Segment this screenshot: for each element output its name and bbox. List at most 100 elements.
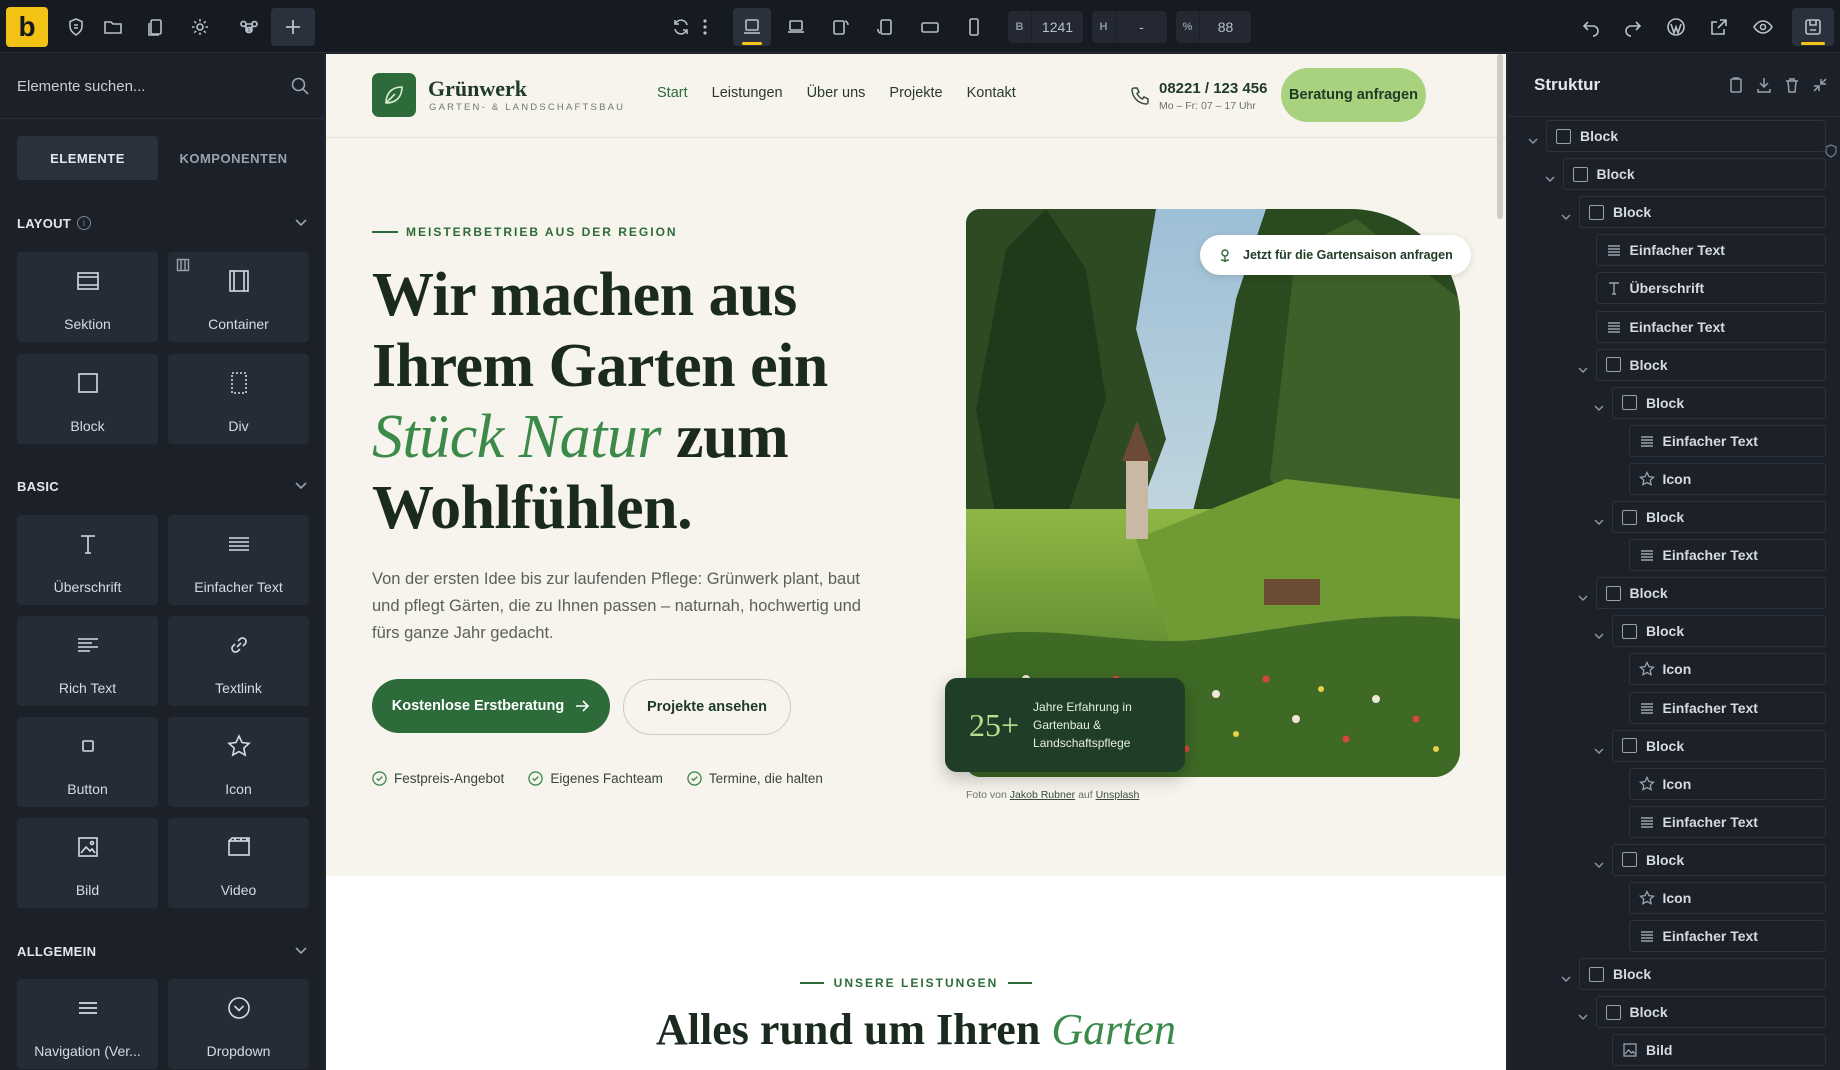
season-badge[interactable]: Jetzt für die Gartensaison anfragen	[1200, 235, 1471, 275]
element-video[interactable]: Video	[168, 818, 309, 908]
structure-row[interactable]: Icon	[1628, 882, 1826, 914]
element-navigation[interactable]: Navigation (Ver...	[17, 979, 158, 1069]
element-einfacher-text[interactable]: Einfacher Text	[168, 515, 309, 605]
section-basic[interactable]: BASIC	[17, 476, 309, 496]
nav-leistungen[interactable]: Leistungen	[712, 85, 783, 101]
eye-icon[interactable]	[1744, 8, 1782, 46]
structure-row[interactable]: Block	[1595, 577, 1826, 610]
chevron-down-icon[interactable]	[1592, 744, 1606, 758]
element-dropdown[interactable]: Dropdown	[168, 979, 309, 1069]
search-input[interactable]	[0, 54, 324, 119]
breakpoint-laptop-button[interactable]	[777, 8, 815, 46]
structure-row[interactable]: Block	[1612, 501, 1826, 533]
chevron-down-icon[interactable]	[1559, 210, 1573, 224]
hero-section[interactable]: Grünwerk GARTEN- & LANDSCHAFTSBAU Start …	[326, 54, 1506, 876]
element-icon[interactable]: Icon	[168, 717, 309, 807]
structure-row[interactable]: Einfacher Text	[1595, 310, 1826, 343]
element-button[interactable]: Button	[17, 717, 158, 807]
element-block[interactable]: Block	[17, 354, 158, 444]
site-header[interactable]: Grünwerk GARTEN- & LANDSCHAFTSBAU Start …	[326, 54, 1506, 138]
chevron-down-icon[interactable]	[1526, 134, 1540, 148]
breakpoint-desktop-button[interactable]	[733, 8, 771, 46]
redo-icon[interactable]	[1614, 8, 1652, 46]
structure-row[interactable]: Block	[1595, 348, 1826, 381]
search-icon[interactable]	[290, 76, 310, 96]
download-icon[interactable]	[1755, 76, 1773, 94]
structure-row[interactable]: Einfacher Text	[1628, 539, 1826, 572]
structure-row[interactable]: Block	[1579, 196, 1826, 229]
view-projects-button[interactable]: Projekte ansehen	[623, 679, 791, 735]
chevron-down-icon[interactable]	[1576, 363, 1590, 377]
credit-author-link[interactable]: Jakob Rubner	[1010, 789, 1075, 801]
structure-row[interactable]: Block	[1595, 996, 1826, 1029]
shield-icon[interactable]	[57, 8, 95, 46]
chevron-down-icon[interactable]	[1592, 515, 1606, 529]
element-bild[interactable]: Bild	[17, 818, 158, 908]
structure-row[interactable]: Block	[1612, 386, 1826, 419]
structure-row[interactable]: Icon	[1628, 767, 1826, 800]
zoom-value[interactable]: 88	[1200, 19, 1251, 35]
experience-stat-card[interactable]: 25+ Jahre Erfahrung in Gartenbau & Lands…	[945, 678, 1185, 772]
width-value[interactable]: 1241	[1032, 19, 1083, 35]
structure-row[interactable]: Block	[1612, 729, 1826, 762]
info-icon[interactable]: i	[77, 216, 92, 230]
tab-komponenten[interactable]: KOMPONENTEN	[158, 136, 309, 180]
phone-number[interactable]: 08221 / 123 456	[1159, 80, 1267, 97]
more-vertical-icon[interactable]	[695, 8, 715, 46]
clipboard-icon[interactable]	[1727, 76, 1745, 94]
chevron-down-icon[interactable]	[1592, 401, 1606, 415]
element-sektion[interactable]: Sektion	[17, 252, 158, 342]
brand-name[interactable]: Grünwerk	[428, 76, 527, 102]
structure-row[interactable]: Einfacher Text	[1595, 234, 1826, 267]
add-element-button[interactable]	[271, 8, 315, 46]
structure-row[interactable]: Block	[1546, 120, 1826, 152]
free-consultation-button[interactable]: Kostenlose Erstberatung	[372, 679, 610, 733]
structure-row[interactable]: Block	[1612, 843, 1826, 876]
chevron-down-icon[interactable]	[1576, 591, 1590, 605]
breakpoint-mobile-landscape-button[interactable]	[911, 8, 949, 46]
section-allgemein[interactable]: ALLGEMEIN	[17, 941, 309, 961]
undo-icon[interactable]	[1572, 8, 1610, 46]
section-layout[interactable]: LAYOUT i	[17, 213, 309, 233]
structure-row[interactable]: Einfacher Text	[1628, 920, 1826, 953]
structure-row[interactable]: Einfacher Text	[1628, 691, 1826, 724]
nav-ueber-uns[interactable]: Über uns	[807, 85, 866, 101]
structure-row[interactable]: Überschrift	[1595, 272, 1826, 305]
save-button[interactable]	[1792, 8, 1834, 46]
wordpress-icon[interactable]	[1657, 8, 1695, 46]
structure-row[interactable]: Bild	[1612, 1034, 1826, 1067]
structure-row[interactable]: Block	[1562, 158, 1826, 191]
credit-source-link[interactable]: Unsplash	[1096, 789, 1140, 801]
structure-row[interactable]: Einfacher Text	[1628, 805, 1826, 838]
element-container[interactable]: Container	[168, 252, 309, 342]
pages-icon[interactable]	[137, 8, 175, 46]
external-link-icon[interactable]	[1700, 8, 1738, 46]
folder-icon[interactable]	[94, 8, 132, 46]
structure-row[interactable]: Block	[1579, 958, 1826, 991]
tab-elemente[interactable]: ELEMENTE	[17, 136, 158, 180]
leaf-logo-icon[interactable]	[372, 73, 416, 117]
height-field[interactable]: H -	[1092, 11, 1167, 43]
breakpoint-tablet-portrait-button[interactable]	[866, 8, 904, 46]
chevron-down-icon[interactable]	[1543, 172, 1557, 186]
hero-heading[interactable]: Wir machen aus Ihrem Garten ein Stück Na…	[372, 260, 892, 544]
width-field[interactable]: B 1241	[1008, 11, 1083, 43]
preview-canvas[interactable]: Grünwerk GARTEN- & LANDSCHAFTSBAU Start …	[326, 54, 1506, 1070]
structure-row[interactable]: Einfacher Text	[1628, 424, 1826, 457]
chevron-down-icon[interactable]	[1592, 629, 1606, 643]
nav-start[interactable]: Start	[657, 85, 688, 101]
trash-icon[interactable]	[1783, 76, 1801, 94]
chevron-down-icon[interactable]	[1592, 858, 1606, 872]
gear-icon[interactable]	[181, 8, 219, 46]
structure-row[interactable]: Icon	[1628, 462, 1826, 495]
app-logo[interactable]: b	[6, 7, 48, 47]
command-icon[interactable]	[230, 8, 268, 46]
structure-row[interactable]: Block	[1612, 615, 1826, 648]
zoom-field[interactable]: % 88	[1176, 11, 1251, 43]
breakpoint-mobile-button[interactable]	[955, 8, 993, 46]
hero-lead-text[interactable]: Von der ersten Idee bis zur laufenden Pf…	[372, 566, 892, 647]
element-div[interactable]: Div	[168, 354, 309, 444]
structure-row[interactable]: Icon	[1628, 653, 1826, 686]
element-textlink[interactable]: Textlink	[168, 616, 309, 706]
consultation-button[interactable]: Beratung anfragen	[1281, 68, 1426, 122]
